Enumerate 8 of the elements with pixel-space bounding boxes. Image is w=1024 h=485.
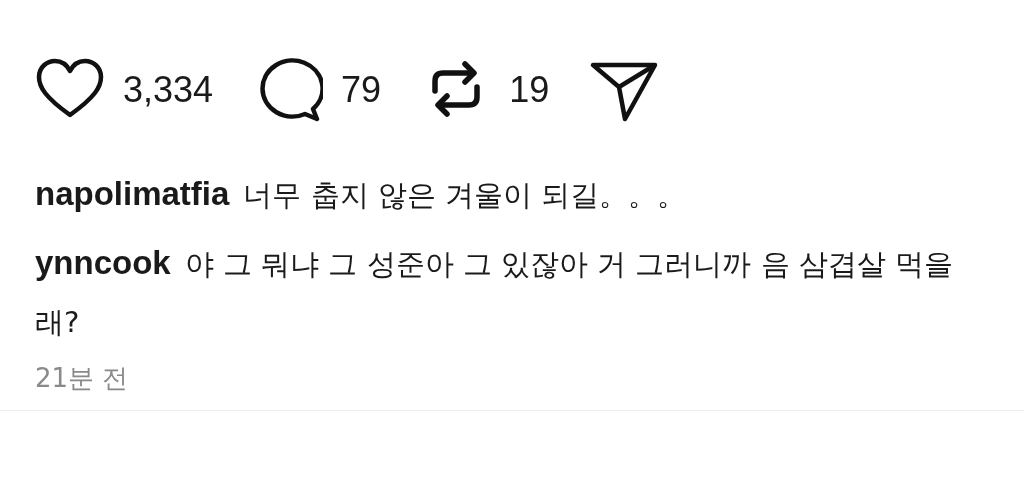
username-link[interactable]: napolimatfia: [35, 175, 230, 212]
username-link[interactable]: ynncook: [35, 244, 171, 281]
comment-button[interactable]: 79: [253, 57, 382, 123]
timestamp: 21분 전: [35, 362, 129, 395]
repost-button[interactable]: 19: [421, 57, 550, 123]
comment-text: napolimatfia 너무 춥지 않은 겨울이 되길。。。: [35, 174, 688, 214]
comment-text: ynncook 야 그 뭐냐 그 성준아 그 있잖아 거 그러니까 음 삼겹살 먹을래?: [35, 243, 955, 341]
like-button[interactable]: 3,334: [35, 57, 214, 123]
